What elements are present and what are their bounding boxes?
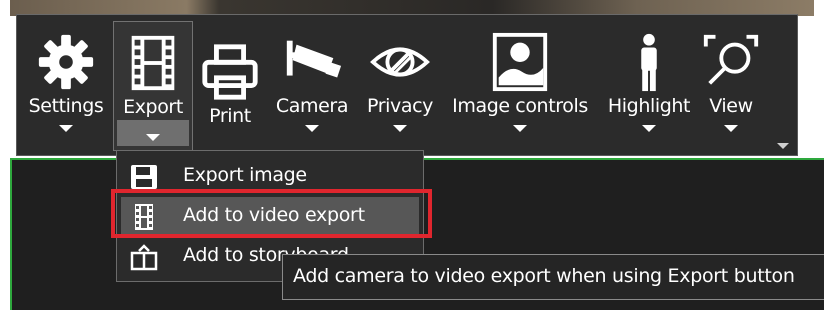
tool-image-controls-label: Image controls: [452, 95, 588, 117]
chevron-down-icon: [724, 125, 738, 132]
tool-print[interactable]: Print: [197, 15, 263, 155]
person-icon: [641, 33, 657, 92]
tool-export-label: Export: [123, 96, 183, 118]
tool-camera[interactable]: Camera: [271, 15, 353, 155]
tool-export[interactable]: Export: [113, 21, 193, 151]
screenshot-frame: Settings Export Print Camera Privacy Ima…: [0, 0, 824, 310]
tool-camera-label: Camera: [275, 95, 349, 117]
tool-privacy[interactable]: Privacy: [361, 15, 439, 155]
eye-slash-icon: [370, 47, 430, 77]
gear-icon: [38, 34, 94, 90]
magnify-icon: [703, 34, 759, 85]
film-strip-icon: [131, 35, 175, 91]
chevron-down-icon: [305, 125, 319, 132]
save-icon: [131, 165, 157, 189]
image-icon: [492, 32, 548, 92]
chevron-down-icon: [642, 125, 656, 132]
tool-highlight-label: Highlight: [607, 95, 691, 117]
security-camera-icon: [286, 40, 342, 78]
tool-privacy-label: Privacy: [367, 95, 433, 117]
chevron-down-icon: [59, 125, 73, 132]
storyboard-icon: [130, 244, 158, 271]
tooltip: Add camera to video export when using Ex…: [282, 254, 824, 300]
tool-settings-label: Settings: [28, 95, 104, 117]
toolbar: Settings Export Print Camera Privacy Ima…: [16, 14, 798, 156]
tool-highlight[interactable]: Highlight: [603, 15, 695, 155]
tool-image-controls[interactable]: Image controls: [445, 15, 595, 155]
printer-icon: [202, 44, 258, 100]
menu-item-label: Export image: [183, 164, 307, 186]
tool-view[interactable]: View: [701, 15, 761, 155]
tool-view-label: View: [709, 95, 753, 117]
annotation-highlight-box: [111, 189, 432, 238]
tool-print-label: Print: [209, 105, 251, 127]
chevron-down-icon: [146, 134, 160, 141]
export-dropdown-button[interactable]: [117, 120, 189, 146]
chevron-down-icon: [513, 125, 527, 132]
chevron-down-icon: [393, 125, 407, 132]
tool-settings[interactable]: Settings: [23, 15, 109, 155]
overflow-arrow-icon[interactable]: [777, 143, 789, 149]
